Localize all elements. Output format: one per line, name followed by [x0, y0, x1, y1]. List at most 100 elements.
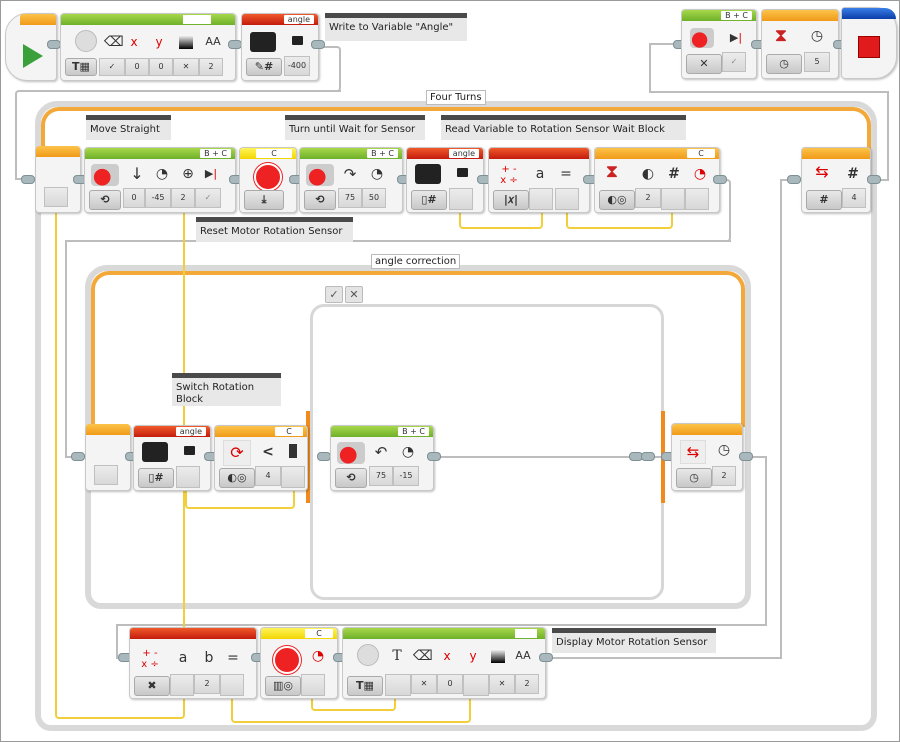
param-result[interactable]	[555, 188, 579, 210]
param-b[interactable]: 2	[194, 674, 220, 694]
sequence-connector[interactable]	[317, 452, 331, 461]
param-text[interactable]	[385, 674, 411, 696]
param-seconds[interactable]: 5	[804, 52, 830, 72]
mode-selector[interactable]: T▦	[347, 676, 383, 696]
loop-index-output[interactable]	[94, 465, 118, 485]
param-brake[interactable]: ✓	[722, 52, 746, 72]
variable-name[interactable]: angle	[448, 149, 479, 158]
sequence-connector[interactable]	[311, 40, 325, 49]
sequence-connector[interactable]	[21, 175, 35, 184]
param-x[interactable]: 0	[437, 674, 463, 694]
motor-port[interactable]: C	[305, 629, 333, 638]
param-color[interactable]: ✕	[489, 674, 515, 694]
move-steering-turn-block[interactable]: B + C ↷ ◔ ⟲ 75 50	[299, 147, 403, 213]
motor-port[interactable]: C	[256, 149, 292, 158]
sequence-connector[interactable]	[713, 175, 727, 184]
param-brake[interactable]: ✓	[195, 188, 221, 208]
stop-program-block[interactable]	[841, 7, 897, 79]
comment-write-variable[interactable]: Write to Variable "Angle"	[325, 13, 467, 41]
switch-true-tab[interactable]: ✓	[325, 286, 343, 303]
mode-selector[interactable]: ⟲	[335, 468, 367, 488]
mode-selector[interactable]: ▯#	[411, 190, 447, 210]
sequence-connector[interactable]	[228, 40, 242, 49]
motor-rotation-measure-block[interactable]: C ◔ ▥◎	[260, 627, 338, 699]
param-steering[interactable]: 75	[338, 188, 362, 208]
param-clear[interactable]: ✕	[411, 674, 437, 694]
variable-name[interactable]: angle	[283, 15, 314, 24]
param-result[interactable]	[220, 674, 244, 696]
math-block[interactable]: + -x ÷ a = |𝑥|	[488, 147, 590, 213]
loop-four-turns-label[interactable]: Four Turns	[426, 90, 486, 105]
mode-selector[interactable]: ✖	[134, 676, 170, 696]
param-count[interactable]: 4	[842, 188, 866, 208]
mode-selector[interactable]: ◷	[766, 54, 802, 74]
mode-selector[interactable]: ✎#	[246, 58, 282, 76]
comment-display-motor[interactable]: Display Motor Rotation Sensor	[552, 628, 716, 653]
param-a[interactable]	[170, 674, 194, 696]
loop-angle-correction-label[interactable]: angle correction	[371, 254, 461, 269]
loop-index-output[interactable]	[44, 187, 68, 207]
sequence-connector[interactable]	[787, 175, 801, 184]
play-icon[interactable]	[23, 44, 43, 68]
sequence-connector[interactable]	[539, 653, 553, 662]
inner-loop-end-block[interactable]: ⇆ ◷ ◷ 2	[671, 423, 743, 491]
stop-icon[interactable]	[858, 36, 880, 58]
inner-loop-start-block[interactable]	[85, 424, 131, 491]
wait-time-block[interactable]: ⧗ ◷ ◷ 5	[761, 9, 839, 79]
sequence-connector[interactable]	[427, 452, 441, 461]
param-threshold[interactable]: 4	[255, 466, 281, 486]
param-output[interactable]	[449, 188, 473, 210]
mode-selector[interactable]: ⟲	[89, 190, 121, 210]
param-rotations[interactable]: 2	[171, 188, 195, 208]
param-color[interactable]: ✕	[173, 58, 199, 76]
motor-port[interactable]: B + C	[721, 11, 752, 20]
param-y[interactable]: 0	[149, 58, 173, 76]
param-compare[interactable]: 2	[635, 188, 661, 208]
motor-port[interactable]: C	[275, 427, 303, 436]
param-font[interactable]: 2	[199, 58, 223, 76]
switch-false-tab[interactable]: ✕	[345, 286, 363, 303]
read-variable-inner-block[interactable]: angle ▯#	[133, 425, 211, 491]
param-font[interactable]: 2	[515, 674, 539, 694]
param-steering[interactable]: 0	[123, 188, 145, 208]
sequence-connector[interactable]	[867, 175, 881, 184]
loop-count-block[interactable]: ⇆ # # 4	[801, 147, 871, 213]
comment-switch-rotation[interactable]: Switch Rotation Block	[172, 373, 281, 406]
stop-motor-block[interactable]: B + C ▶| ✕ ✓	[681, 9, 757, 79]
write-variable-block[interactable]: angle ✎# -400	[241, 13, 319, 81]
comment-turn-until[interactable]: Turn until Wait for Sensor	[285, 115, 425, 140]
move-steering-block[interactable]: B + C ↓ ◔ ⊕ ▶| ⟲ 0 -45 2 ✓	[84, 147, 236, 213]
comment-reset-motor[interactable]: Reset Motor Rotation Sensor	[196, 217, 353, 242]
param-output[interactable]	[301, 674, 325, 696]
motor-port[interactable]: C	[687, 149, 715, 158]
math-advanced-block[interactable]: + -x ÷ a b = ✖ 2	[129, 627, 257, 699]
motor-port[interactable]: B + C	[200, 149, 231, 158]
mode-selector[interactable]: ◷	[676, 468, 712, 488]
param-seconds[interactable]: 2	[712, 466, 736, 486]
mode-selector[interactable]: ▯#	[138, 468, 174, 488]
param-output[interactable]	[176, 466, 200, 488]
mode-selector[interactable]: ◐◎	[599, 190, 635, 210]
param-steering[interactable]: 75	[369, 466, 393, 486]
mode-selector[interactable]: ⤓	[244, 190, 284, 210]
mode-selector[interactable]: ◐◎	[219, 468, 255, 488]
switch-rotation-block[interactable]: C ⟳ < ◐◎ 4	[214, 425, 308, 491]
comment-move-straight[interactable]: Move Straight	[86, 115, 171, 140]
motor-port[interactable]: B + C	[367, 149, 398, 158]
param-input[interactable]	[281, 466, 305, 488]
comment-read-variable[interactable]: Read Variable to Rotation Sensor Wait Bl…	[441, 115, 686, 140]
mode-selector[interactable]: ▥◎	[265, 676, 301, 696]
sequence-connector[interactable]	[739, 452, 753, 461]
sequence-connector[interactable]	[47, 40, 61, 49]
param-x[interactable]: 0	[125, 58, 149, 76]
mode-selector[interactable]: #	[806, 190, 842, 210]
read-variable-block[interactable]: angle ▯#	[406, 147, 484, 213]
param-y[interactable]	[463, 674, 489, 696]
param-output[interactable]	[685, 188, 709, 210]
mode-selector[interactable]: T▦	[65, 58, 97, 76]
param-power[interactable]: 50	[362, 188, 386, 208]
mode-selector[interactable]: ✕	[686, 54, 722, 74]
correction-move-block[interactable]: B + C ↶ ◔ ⟲ 75 -15	[330, 425, 434, 491]
param-power[interactable]: -15	[393, 466, 419, 486]
param-power[interactable]: -45	[145, 188, 171, 208]
